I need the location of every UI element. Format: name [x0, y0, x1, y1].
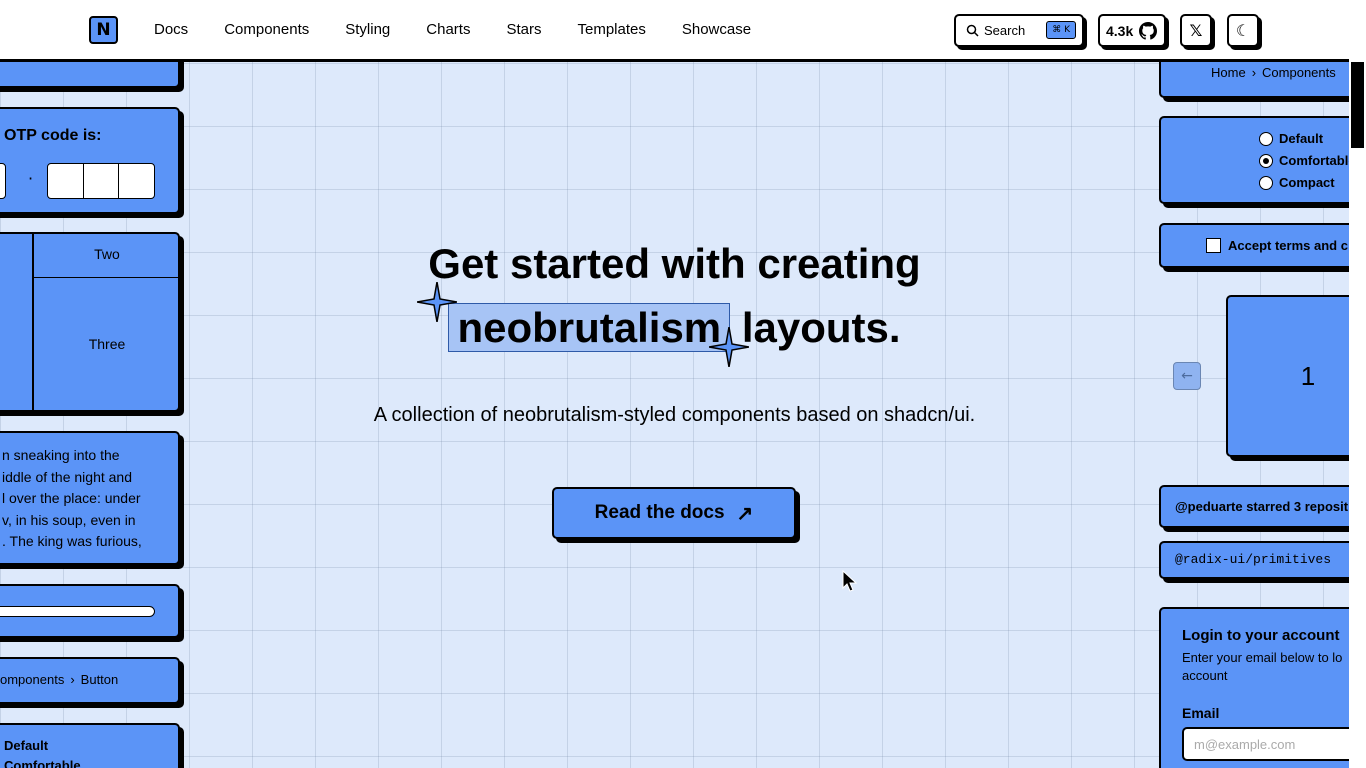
progress-card	[0, 584, 180, 638]
github-stars-count: 4.3k	[1106, 22, 1134, 39]
otp-slot-partial[interactable]	[0, 163, 6, 199]
github-icon	[1139, 21, 1158, 40]
hero-title-line2: neobrutalism layouts.	[0, 296, 1349, 360]
otp-slot[interactable]	[48, 164, 84, 198]
search-button[interactable]: Search ⌘ K	[954, 14, 1084, 47]
moon-icon: ☾	[1235, 21, 1251, 40]
search-shortcut: ⌘ K	[1046, 21, 1076, 39]
breadcrumb-item[interactable]: omponents	[0, 672, 64, 687]
progress-bar	[0, 606, 155, 617]
x-icon: 𝕏	[1189, 21, 1203, 40]
otp-slot[interactable]	[119, 164, 154, 198]
hero-title-rest: layouts.	[741, 304, 901, 351]
repo-text: @radix-ui/primitives	[1175, 552, 1332, 567]
nav-templates[interactable]: Templates	[577, 21, 645, 38]
hero-subtitle: A collection of neobrutalism-styled comp…	[373, 404, 976, 426]
breadcrumb-home[interactable]: Home	[1211, 65, 1246, 80]
radio-option-comfortable[interactable]: Comfortable	[1259, 153, 1356, 168]
top-navbar: N Docs Components Styling Charts Stars T…	[0, 0, 1349, 62]
nav-components[interactable]: Components	[224, 21, 309, 38]
nav-charts[interactable]: Charts	[426, 21, 470, 38]
radio-circle	[1259, 131, 1273, 146]
radio-label[interactable]: Comfortable	[4, 758, 81, 768]
story-line: iddle of the night and	[2, 469, 132, 485]
otp-slot-group[interactable]	[47, 163, 155, 199]
arrow-left-icon: ←	[1181, 368, 1193, 384]
login-description: Enter your email below to lo	[1182, 650, 1343, 665]
breadcrumb-item[interactable]: Button	[81, 672, 119, 687]
radio-circle-checked	[1259, 153, 1273, 168]
sparkle-icon	[417, 282, 457, 322]
theme-toggle-button[interactable]: ☾	[1227, 14, 1259, 47]
breadcrumb-separator: ›	[1251, 65, 1257, 80]
sparkle-icon	[709, 327, 749, 367]
radio-label: Comfortable	[1279, 153, 1356, 168]
left-radio-card: Default Comfortable	[0, 723, 180, 768]
terms-checkbox[interactable]: Accept terms and c	[1206, 238, 1348, 253]
radio-group-card: Default Comfortable Compact	[1159, 116, 1359, 204]
arrow-up-right-icon: ↗	[736, 502, 754, 525]
carousel-slide: 1	[1226, 295, 1361, 457]
story-line: n sneaking into the	[2, 447, 120, 463]
mouse-cursor-icon	[842, 570, 858, 592]
nav-showcase[interactable]: Showcase	[682, 21, 751, 38]
github-stars-button[interactable]: 4.3k	[1098, 14, 1166, 47]
email-input[interactable]: m@example.com	[1182, 727, 1357, 761]
repo-item-card: @radix-ui/primitives	[1159, 541, 1359, 579]
radio-option-default[interactable]: Default	[1259, 131, 1323, 146]
login-title: Login to your account	[1182, 627, 1340, 644]
carousel-slide-number: 1	[1300, 361, 1316, 391]
story-line: l over the place: under	[2, 490, 141, 506]
story-line: . The king was furious,	[2, 533, 142, 549]
logo[interactable]: N	[89, 16, 118, 44]
carousel-prev-button[interactable]: ←	[1173, 362, 1201, 390]
search-icon	[966, 24, 979, 37]
collapsible-header-card[interactable]: @peduarte starred 3 reposit	[1159, 485, 1359, 528]
radio-label: Default	[1279, 131, 1324, 146]
radio-option-compact[interactable]: Compact	[1259, 175, 1335, 190]
breadcrumb: Home › Components	[1211, 65, 1336, 80]
left-breadcrumb-card: omponents › Button	[0, 657, 180, 704]
cta-label: Read the docs	[594, 502, 725, 523]
hero-title: Get started with creating neobrutalism l…	[0, 232, 1349, 360]
otp-separator: ·	[28, 169, 34, 188]
nav-docs[interactable]: Docs	[154, 21, 188, 38]
login-card: Login to your account Enter your email b…	[1159, 607, 1359, 768]
starred-text: @peduarte starred 3 reposit	[1175, 499, 1349, 514]
breadcrumb-separator: ›	[70, 672, 75, 687]
nav-styling[interactable]: Styling	[345, 21, 390, 38]
breadcrumb-components[interactable]: Components	[1262, 65, 1336, 80]
checkbox-label: Accept terms and c	[1228, 238, 1348, 253]
scrollbar-thumb[interactable]	[1351, 62, 1364, 148]
otp-slot[interactable]	[84, 164, 120, 198]
story-line: v, in his soup, even in	[2, 512, 136, 528]
login-description-2: account	[1182, 668, 1228, 683]
radio-label: Compact	[1279, 175, 1335, 190]
main-nav: Docs Components Styling Charts Stars Tem…	[154, 0, 787, 58]
read-docs-button[interactable]: Read the docs ↗	[552, 487, 796, 539]
otp-card: OTP code is: ·	[0, 107, 180, 214]
search-label: Search	[984, 23, 1026, 38]
radio-circle	[1259, 175, 1273, 190]
highlight-word: neobrutalism	[448, 303, 731, 352]
radio-label[interactable]: Default	[4, 738, 48, 753]
story-card: n sneaking into the iddle of the night a…	[0, 431, 180, 565]
checkbox-box	[1206, 238, 1221, 253]
x-social-button[interactable]: 𝕏	[1180, 14, 1212, 47]
page-scrollbar[interactable]	[1349, 0, 1366, 768]
email-label: Email	[1182, 705, 1220, 721]
nav-stars[interactable]: Stars	[506, 21, 541, 38]
hero-title-line1: Get started with creating	[428, 240, 921, 287]
checkbox-card: Accept terms and c	[1159, 223, 1359, 268]
breadcrumb: omponents › Button	[0, 672, 118, 687]
otp-label: OTP code is:	[4, 127, 102, 144]
